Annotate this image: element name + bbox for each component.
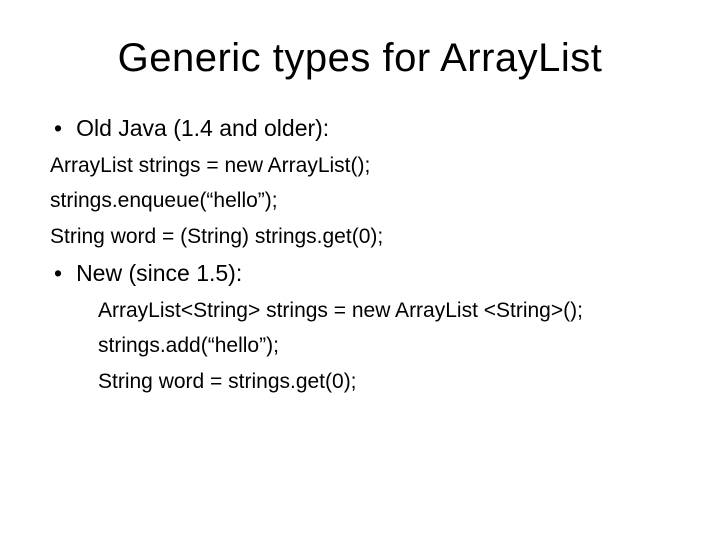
bullet-text: Old Java (1.4 and older): <box>76 111 329 146</box>
code-line: ArrayList<String> strings = new ArrayLis… <box>98 295 670 327</box>
bullet-text: New (since 1.5): <box>76 256 242 291</box>
code-line: String word = (String) strings.get(0); <box>50 221 670 253</box>
code-line: ArrayList strings = new ArrayList(); <box>50 150 670 182</box>
bullet-item: • New (since 1.5): <box>54 256 670 291</box>
slide: Generic types for ArrayList • Old Java (… <box>0 0 720 540</box>
slide-content: • Old Java (1.4 and older): ArrayList st… <box>50 111 670 397</box>
slide-title: Generic types for ArrayList <box>50 36 670 81</box>
bullet-dot-icon: • <box>54 256 62 291</box>
code-line: strings.add(“hello”); <box>98 330 670 362</box>
code-line: String word = strings.get(0); <box>98 366 670 398</box>
code-line: strings.enqueue(“hello”); <box>50 185 670 217</box>
bullet-item: • Old Java (1.4 and older): <box>54 111 670 146</box>
bullet-dot-icon: • <box>54 111 62 146</box>
